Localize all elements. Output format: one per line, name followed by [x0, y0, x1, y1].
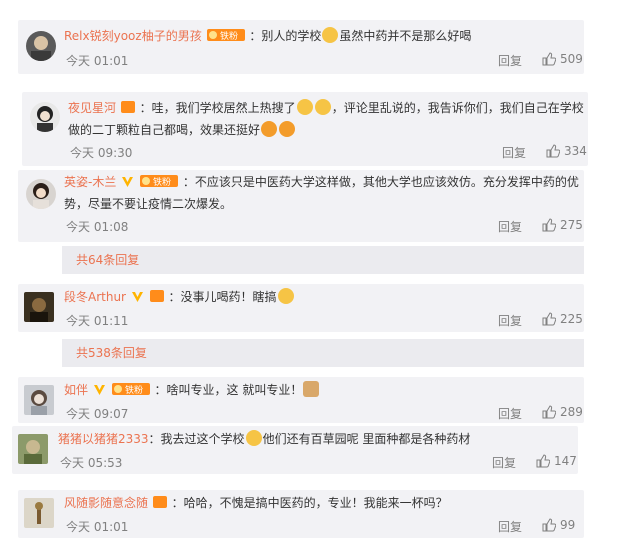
- like-count: 289: [560, 405, 583, 419]
- comment-time: 今天 05:53: [60, 456, 123, 470]
- comment-time: 今天 01:08: [66, 220, 129, 234]
- username-link[interactable]: 风随影随意念随: [64, 496, 148, 510]
- verified-v-icon: [122, 177, 134, 187]
- like-count: 99: [560, 518, 576, 532]
- like-count: 509: [560, 52, 583, 66]
- laugh-emoji-icon: [296, 99, 313, 115]
- laugh-emoji-icon: [245, 430, 262, 446]
- comment-text: 做的二丁颗粒自己都喝，效果还挺好: [68, 119, 296, 141]
- like-button[interactable]: 275: [542, 218, 583, 232]
- like-button[interactable]: 289: [542, 405, 583, 419]
- like-count: 334: [564, 144, 587, 158]
- svg-text:铁粉: 铁粉: [153, 176, 171, 187]
- fan-badge-icon: 铁粉: [140, 175, 178, 187]
- reply-button[interactable]: 回复: [498, 52, 522, 69]
- username-link[interactable]: Relx锐刻yooz柚子的男孩: [64, 29, 202, 43]
- reply-button[interactable]: 回复: [502, 144, 526, 161]
- comment-text: 段冬Arthur ：没事儿喝药！瞎搞: [64, 286, 295, 308]
- thumbs-up-icon: [542, 218, 556, 232]
- comment-time: 今天 09:07: [66, 407, 129, 421]
- cry-emoji-icon: [322, 27, 339, 43]
- fan-badge-icon: 铁粉: [111, 383, 150, 395]
- more-replies-link[interactable]: 共64条回复: [62, 246, 584, 274]
- comment-card: 英姿-木兰 铁粉 ：不应该只是中医药大学这样做，其他大学也应该效仿。充分发挥中药…: [18, 170, 584, 242]
- like-button[interactable]: 99: [542, 518, 575, 532]
- like-count: 275: [560, 218, 583, 232]
- verified-v-icon: [131, 292, 143, 302]
- smirk-emoji-icon: [277, 288, 294, 304]
- comment-text: Relx锐刻yooz柚子的男孩 铁粉 ：别人的学校 虽然中药并不是那么好喝: [64, 27, 472, 43]
- comment-text: 风随影随意念随 ：哈哈，不愧是搞中医药的，专业！我能来一杯吗？: [64, 496, 448, 510]
- verified-v-icon: [93, 385, 105, 395]
- comment-time: 今天 09:30: [70, 146, 133, 160]
- level-badge-icon: [152, 496, 167, 508]
- thumbs-up-icon: [542, 405, 556, 419]
- comment-card: 夜见星河 ：哇，我们学校居然上热搜了 ，评论里乱说的，我告诉你们，我们自己在学校 …: [22, 92, 588, 166]
- comment-text: 夜见星河 ：哇，我们学校居然上热搜了 ，评论里乱说的，我告诉你们，我们自己在学校: [68, 99, 584, 115]
- more-replies-link[interactable]: 共538条回复: [62, 339, 584, 367]
- username-link[interactable]: 如伴: [64, 383, 88, 397]
- reply-button[interactable]: 回复: [498, 518, 522, 535]
- thumbs-up-icon: [536, 454, 550, 468]
- like-button[interactable]: 334: [546, 144, 587, 158]
- like-button[interactable]: 147: [536, 454, 577, 468]
- comment-card: Relx锐刻yooz柚子的男孩 铁粉 ：别人的学校 虽然中药并不是那么好喝 今天 …: [18, 20, 584, 74]
- thumbs-up-icon: [546, 144, 560, 158]
- comment-time: 今天 01:01: [66, 520, 129, 534]
- comment-text: 势，尽量不要让疫情二次爆发。: [64, 197, 233, 211]
- like-count: 225: [560, 312, 583, 326]
- svg-text:铁粉: 铁粉: [125, 384, 143, 395]
- username-link[interactable]: 段冬Arthur: [64, 290, 126, 304]
- laugh-emoji-icon: [314, 99, 331, 115]
- like-button[interactable]: 509: [542, 52, 583, 66]
- svg-text:铁粉: 铁粉: [220, 30, 238, 41]
- level-badge-icon: [120, 101, 135, 113]
- comment-time: 今天 01:01: [66, 54, 129, 68]
- reply-button[interactable]: 回复: [498, 218, 522, 235]
- fan-badge-icon: 铁粉: [206, 29, 245, 41]
- reply-button[interactable]: 回复: [498, 405, 522, 422]
- like-count: 147: [554, 454, 577, 468]
- avatar[interactable]: [26, 179, 56, 209]
- comment-card: 风随影随意念随 ：哈哈，不愧是搞中医药的，专业！我能来一杯吗？ 今天 01:01…: [18, 490, 584, 538]
- comment-card: 猪猪以猪猪2333：我去过这个学校 他们还有百草园呢 里面种都是各种药材 今天 0…: [12, 426, 578, 474]
- grin-emoji-icon: [261, 121, 278, 137]
- thumbs-up-icon: [542, 52, 556, 66]
- level-badge-icon: [149, 290, 164, 302]
- grin-emoji-icon: [279, 121, 296, 137]
- thumbs-up-icon: [542, 312, 556, 326]
- reply-button[interactable]: 回复: [492, 454, 516, 471]
- comment-text: 猪猪以猪猪2333：我去过这个学校 他们还有百草园呢 里面种都是各种药材: [58, 430, 471, 446]
- comment-time: 今天 01:11: [66, 314, 129, 328]
- username-link[interactable]: 夜见星河: [68, 101, 116, 115]
- avatar[interactable]: [30, 102, 60, 132]
- username-link[interactable]: 猪猪以猪猪2333: [58, 432, 149, 446]
- cat-emoji-icon: [303, 381, 320, 397]
- comment-text: 如伴 铁粉 ：啥叫专业，这 就叫专业！: [64, 379, 320, 401]
- comment-card: 段冬Arthur ：没事儿喝药！瞎搞 今天 01:11 回复 225: [18, 284, 584, 332]
- username-link[interactable]: 英姿-木兰: [64, 175, 116, 189]
- comment-text: 英姿-木兰 铁粉 ：不应该只是中医药大学这样做，其他大学也应该效仿。充分发挥中药…: [64, 175, 579, 189]
- reply-button[interactable]: 回复: [498, 312, 522, 329]
- comment-card: 如伴 铁粉 ：啥叫专业，这 就叫专业！ 今天 09:07 回复 289: [18, 377, 584, 423]
- like-button[interactable]: 225: [542, 312, 583, 326]
- thumbs-up-icon: [542, 518, 556, 532]
